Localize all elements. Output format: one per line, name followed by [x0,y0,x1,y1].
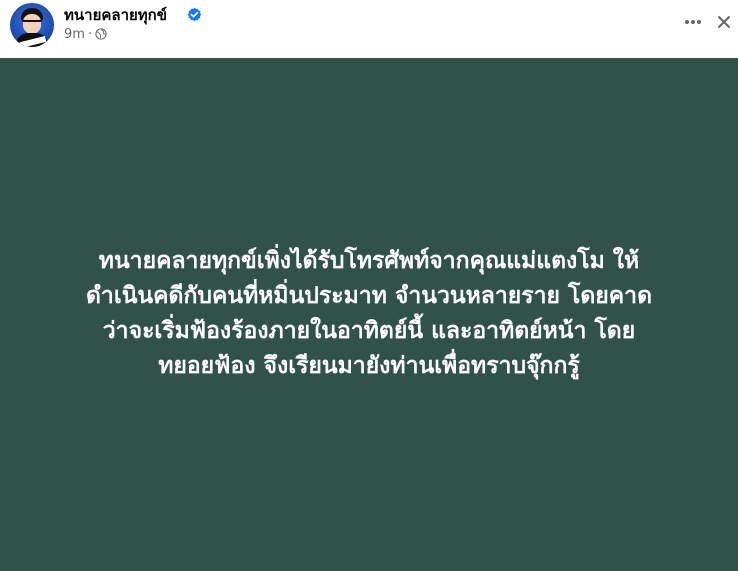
facebook-post: ทนายคลายทุกข์ 9m · ทนายคลายทุกข์เพิ่งได้ร… [0,0,738,571]
post-text-line: ทนายคลายทุกข์เพิ่งได้รับโทรศัพท์จากคุณแม… [98,248,640,274]
page-avatar[interactable] [10,3,54,47]
more-horizontal-icon[interactable] [683,12,703,32]
page-name-link[interactable]: ทนายคลายทุกข์ [64,6,167,25]
post-text-line: ดำเนินคดีกับคนที่หมิ่นประมาท จำนวนหลายรา… [85,283,653,309]
post-text-line: ทยอยฟ้อง จึงเรียนมายังท่านเพื่อทราบจุ๊กก… [158,353,580,379]
post-meta: 9m · [64,27,107,43]
close-icon[interactable] [717,15,731,29]
verified-badge-icon [187,7,202,22]
meta-separator: · [87,27,93,42]
globe-icon [95,28,107,40]
post-text: ทนายคลายทุกข์เพิ่งได้รับโทรศัพท์จากคุณแม… [20,244,718,384]
post-header: ทนายคลายทุกข์ 9m · [0,0,738,58]
post-time[interactable]: 9m [64,27,85,42]
post-text-line: ว่าจะเริ่มฟ้องร้องภายในอาทิตย์นี้ และอาท… [102,318,636,344]
post-background: ทนายคลายทุกข์เพิ่งได้รับโทรศัพท์จากคุณแม… [0,58,738,571]
avatar-glasses [23,20,41,26]
